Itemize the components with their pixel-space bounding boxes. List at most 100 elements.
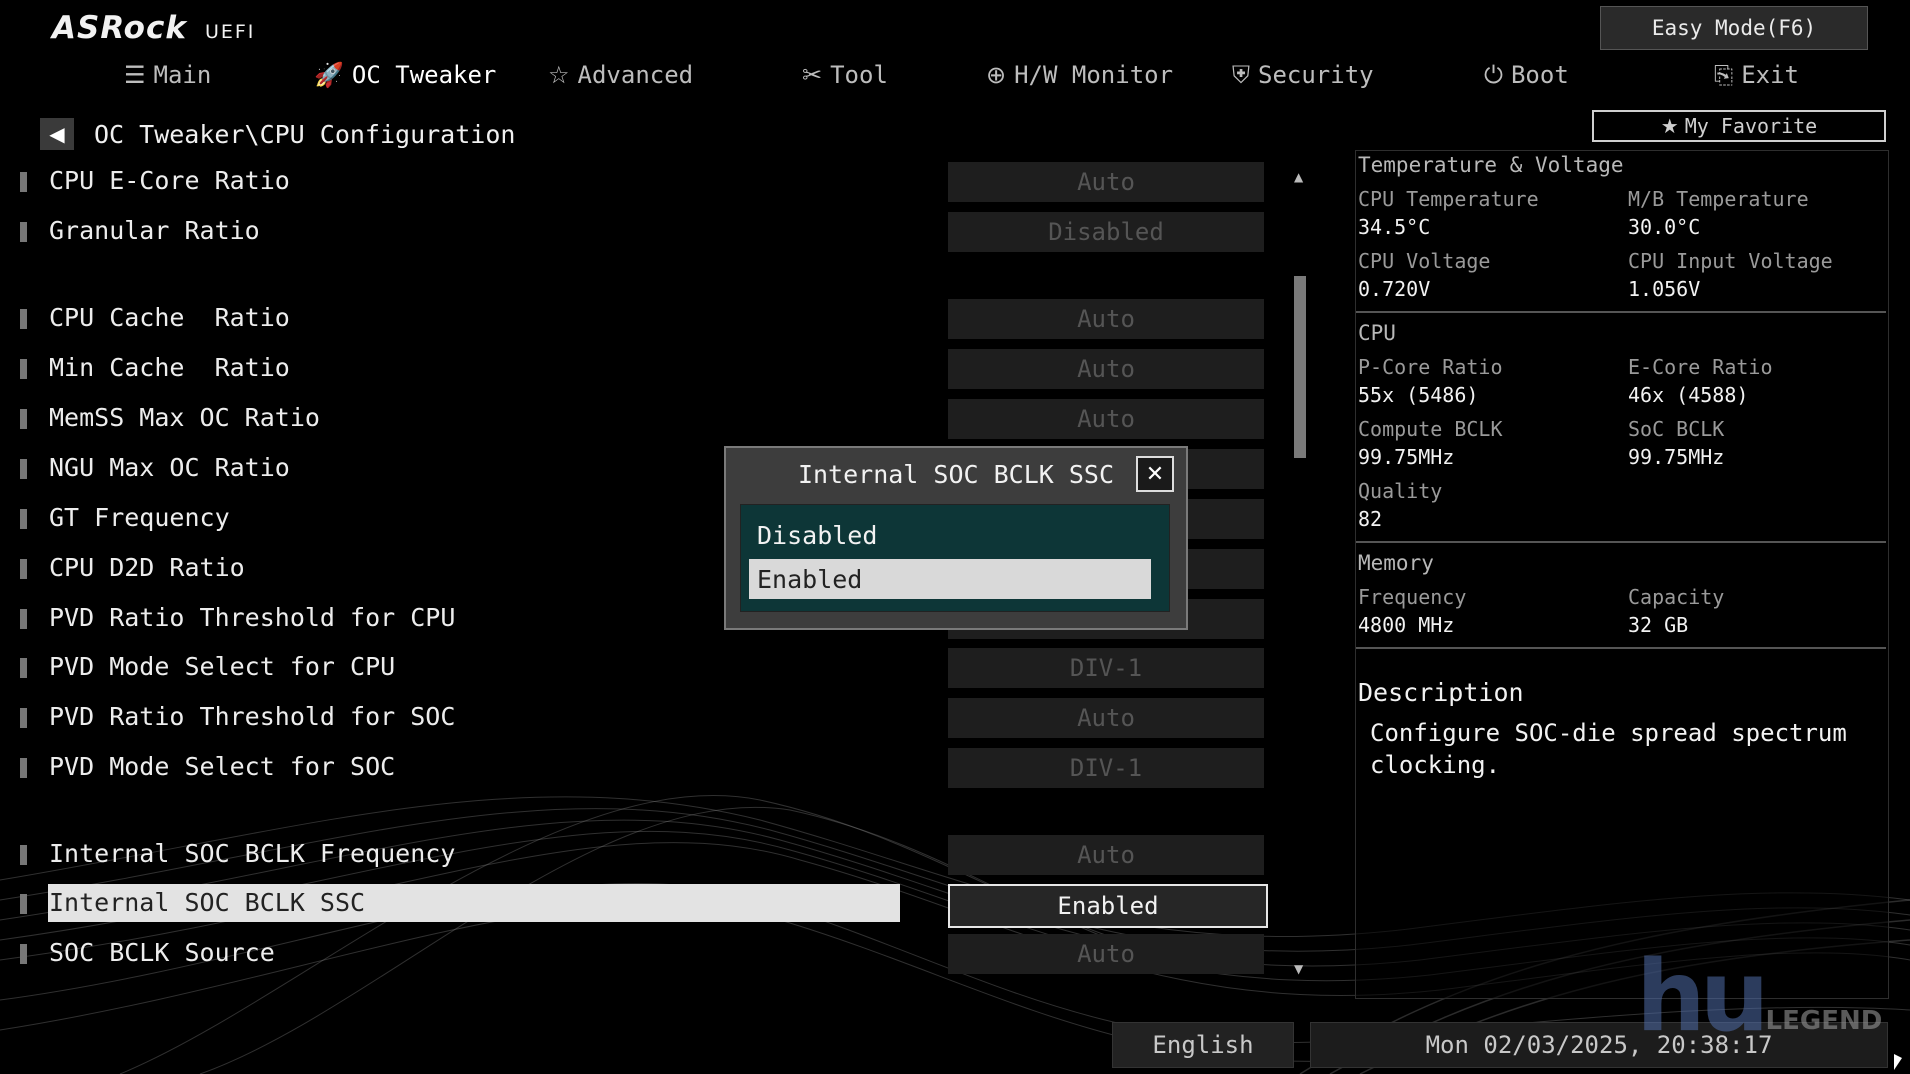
rocket-icon: 🚀: [314, 61, 344, 89]
language-button[interactable]: English: [1112, 1022, 1294, 1068]
mb-temp-label: M/B Temperature: [1628, 187, 1809, 211]
brand-name: ASRock: [52, 10, 187, 46]
exit-icon: ⎘: [1714, 61, 1734, 89]
setting-value[interactable]: Disabled: [948, 212, 1264, 252]
setting-label: GT Frequency: [49, 503, 230, 532]
option-enabled[interactable]: Enabled: [749, 559, 1151, 599]
pcore-ratio-value: 55x (5486): [1358, 383, 1479, 407]
setting-soc-bclk-source[interactable]: SOC BCLK Source Auto: [0, 934, 1300, 974]
setting-min-cache-ratio[interactable]: Min Cache Ratio Auto: [0, 349, 1300, 389]
setting-value[interactable]: Auto: [948, 934, 1264, 974]
brand-uefi: UEFI: [204, 21, 256, 43]
mouse-cursor-icon: [1894, 1054, 1902, 1070]
row-marker: [20, 758, 27, 778]
star-icon: ☆: [548, 61, 570, 89]
ecore-ratio-value: 46x (4588): [1628, 383, 1749, 407]
setting-value[interactable]: Auto: [948, 349, 1264, 389]
cpu-voltage-label: CPU Voltage: [1358, 249, 1491, 273]
setting-value[interactable]: Auto: [948, 399, 1264, 439]
setting-label: NGU Max OC Ratio: [49, 453, 290, 482]
ecore-ratio-label: E-Core Ratio: [1628, 355, 1773, 379]
watermark-mark: hu: [1636, 940, 1770, 1054]
memory-frequency-label: Frequency: [1358, 585, 1467, 609]
setting-memss-max-oc-ratio[interactable]: MemSS Max OC Ratio Auto: [0, 399, 1300, 439]
setting-label: Internal SOC BCLK Frequency: [49, 839, 456, 868]
setting-granular-ratio[interactable]: Granular Ratio Disabled: [0, 212, 1300, 252]
memory-capacity-value: 32 GB: [1628, 613, 1689, 637]
soc-bclk-label: SoC BCLK: [1628, 417, 1725, 441]
mb-temp-value: 30.0°C: [1628, 215, 1701, 239]
tab-oc-tweaker[interactable]: 🚀 OC Tweaker: [314, 50, 496, 100]
my-favorite-button[interactable]: ★ My Favorite: [1592, 110, 1886, 142]
scrollbar-thumb[interactable]: [1294, 276, 1306, 458]
row-marker: [20, 845, 27, 865]
info-panel: Temperature & Voltage CPU Temperature 34…: [1355, 150, 1889, 999]
easy-mode-button[interactable]: Easy Mode(F6): [1600, 6, 1868, 50]
tab-exit[interactable]: ⎘ Exit: [1714, 50, 1799, 100]
compute-bclk-value: 99.75MHz: [1358, 445, 1455, 469]
main-nav: ☰ Main 🚀 OC Tweaker ☆ Advanced ✂ Tool ⊕ H/W M…: [0, 50, 1910, 100]
cpu-input-voltage-label: CPU Input Voltage: [1628, 249, 1833, 273]
tab-main[interactable]: ☰ Main: [124, 50, 211, 100]
row-marker: [20, 309, 27, 329]
cpu-voltage-value: 0.720V: [1358, 277, 1431, 301]
row-marker: [20, 509, 27, 529]
setting-value[interactable]: Auto: [948, 835, 1264, 875]
setting-label: PVD Ratio Threshold for SOC: [49, 702, 456, 731]
setting-label: Min Cache Ratio: [49, 353, 290, 382]
row-marker: [20, 409, 27, 429]
shield-icon: ⛨: [1232, 61, 1250, 89]
tools-icon: ✂: [802, 61, 823, 89]
setting-value[interactable]: DIV-1: [948, 648, 1264, 688]
memory-frequency-value: 4800 MHz: [1358, 613, 1455, 637]
soc-bclk-value: 99.75MHz: [1628, 445, 1725, 469]
setting-internal-soc-bclk-ssc[interactable]: Internal SOC BCLK SSC Enabled: [0, 884, 1300, 928]
setting-cpu-e-core-ratio[interactable]: CPU E-Core Ratio Auto: [0, 162, 1300, 202]
compute-bclk-label: Compute BCLK: [1358, 417, 1503, 441]
tab-hw-monitor[interactable]: ⊕ H/W Monitor: [986, 50, 1173, 100]
row-marker: [20, 708, 27, 728]
crosshair-icon: ⊕: [986, 61, 1007, 89]
setting-label: Internal SOC BCLK SSC: [49, 888, 366, 917]
option-disabled[interactable]: Disabled: [749, 515, 1151, 555]
setting-pvd-mode-select-soc[interactable]: PVD Mode Select for SOC DIV-1: [0, 748, 1300, 788]
description-text: Configure SOC-die spread spectrum clocki…: [1370, 719, 1847, 779]
scroll-up-icon[interactable]: ▲: [1294, 170, 1303, 184]
setting-internal-soc-bclk-frequency[interactable]: Internal SOC BCLK Frequency Auto: [0, 835, 1300, 875]
scroll-down-icon[interactable]: ▼: [1294, 962, 1303, 976]
option-popup: Internal SOC BCLK SSC ✕ Disabled Enabled: [724, 446, 1188, 630]
setting-value[interactable]: Auto: [948, 698, 1264, 738]
row-marker: [20, 658, 27, 678]
breadcrumb-path: OC Tweaker\CPU Configuration: [94, 119, 516, 149]
section-title-memory: Memory: [1358, 551, 1434, 575]
tab-tool[interactable]: ✂ Tool: [802, 50, 888, 100]
divider: [1356, 311, 1886, 313]
setting-value[interactable]: Enabled: [948, 884, 1268, 928]
setting-value[interactable]: DIV-1: [948, 748, 1264, 788]
list-icon: ☰: [124, 61, 146, 89]
watermark-text: LEGEND: [1765, 1006, 1883, 1036]
setting-pvd-ratio-threshold-soc[interactable]: PVD Ratio Threshold for SOC Auto: [0, 698, 1300, 738]
cpu-temp-value: 34.5°C: [1358, 215, 1431, 239]
tab-boot[interactable]: ⏻ Boot: [1484, 50, 1569, 100]
setting-label: CPU D2D Ratio: [49, 553, 245, 582]
row-marker: [20, 459, 27, 479]
close-icon[interactable]: ✕: [1136, 456, 1174, 492]
row-marker: [20, 359, 27, 379]
cpu-temp-label: CPU Temperature: [1358, 187, 1539, 211]
row-marker: [20, 894, 27, 914]
back-arrow-icon[interactable]: ◀: [40, 118, 74, 150]
tab-security[interactable]: ⛨ Security: [1232, 50, 1374, 100]
tab-advanced[interactable]: ☆ Advanced: [548, 50, 693, 100]
setting-pvd-mode-select-cpu[interactable]: PVD Mode Select for CPU DIV-1: [0, 648, 1300, 688]
quality-label: Quality: [1358, 479, 1443, 503]
row-marker: [20, 944, 27, 964]
section-title-cpu: CPU: [1358, 321, 1396, 345]
star-filled-icon: ★: [1660, 114, 1679, 138]
divider: [1356, 541, 1886, 543]
pcore-ratio-label: P-Core Ratio: [1358, 355, 1503, 379]
setting-value[interactable]: Auto: [948, 162, 1264, 202]
setting-label: PVD Ratio Threshold for CPU: [49, 603, 456, 632]
setting-cpu-cache-ratio[interactable]: CPU Cache Ratio Auto: [0, 299, 1300, 339]
setting-value[interactable]: Auto: [948, 299, 1264, 339]
